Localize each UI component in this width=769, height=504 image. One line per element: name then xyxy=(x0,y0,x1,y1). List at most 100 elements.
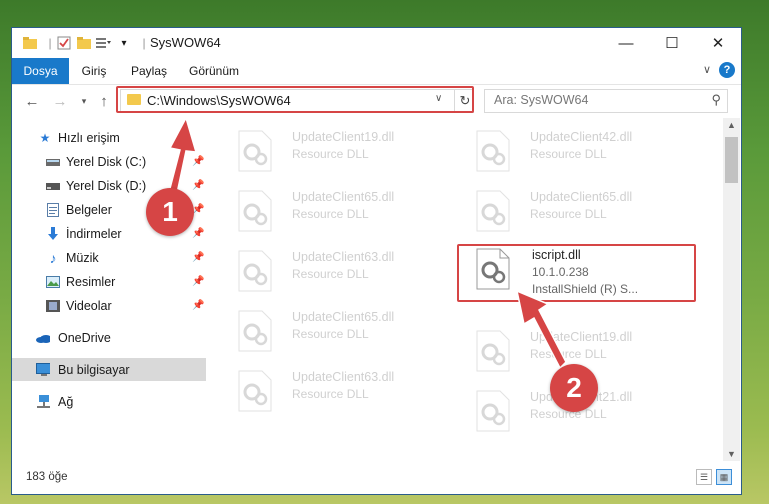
status-bar: 183 öğe ☰ ▦ xyxy=(12,461,741,494)
dll-file-icon xyxy=(238,370,272,412)
properties-icon[interactable] xyxy=(56,35,72,51)
file-desc: Resource DLL xyxy=(292,327,369,341)
minimize-button[interactable]: — xyxy=(603,28,649,58)
drive-icon xyxy=(46,179,60,193)
nav-label: Yerel Disk (C:) xyxy=(66,154,147,169)
file-desc: Resource DLL xyxy=(292,267,369,281)
pin-icon[interactable]: 📌 xyxy=(192,300,204,311)
nav-this-pc[interactable]: Bu bilgisayar xyxy=(12,358,206,381)
computer-icon xyxy=(36,362,50,377)
scroll-down-icon[interactable]: ▼ xyxy=(727,449,736,459)
tab-share[interactable]: Paylaş xyxy=(127,58,171,84)
dll-file-icon xyxy=(476,330,510,372)
vertical-scrollbar[interactable]: ▲ ▼ xyxy=(723,118,740,461)
file-tile[interactable]: UpdateClient19.dll Resource DLL xyxy=(238,128,458,178)
window-title: SysWOW64 xyxy=(150,35,221,50)
item-count: 183 öğe xyxy=(26,471,68,483)
pin-icon[interactable]: 📌 xyxy=(192,276,204,287)
close-button[interactable]: ✕ xyxy=(695,28,741,58)
navigation-pane: ★ Hızlı erişim Yerel Disk (C:) 📌 Yerel D… xyxy=(12,118,209,461)
nav-label: Bu bilgisayar xyxy=(58,362,130,377)
file-tile[interactable]: UpdateClient65.dll Resource DLL xyxy=(238,308,458,358)
recent-chevron-icon[interactable]: ▾ xyxy=(74,91,94,111)
address-row: ← → ▾ ↑ C:\Windows\SysWOW64 ∨ ↻ Ara: Sys… xyxy=(12,85,741,117)
details-view-icon[interactable]: ☰ xyxy=(696,469,712,485)
music-icon: ♪ xyxy=(49,249,57,266)
tab-home[interactable]: Giriş xyxy=(79,58,109,84)
onedrive-icon xyxy=(36,331,50,345)
network-icon xyxy=(36,394,50,409)
pin-icon[interactable]: 📌 xyxy=(192,252,204,263)
nav-label: Resimler xyxy=(66,274,116,289)
pin-icon[interactable]: 📌 xyxy=(192,180,204,191)
nav-label: Yerel Disk (D:) xyxy=(66,178,147,193)
dll-file-icon xyxy=(238,310,272,352)
forward-arrow-icon[interactable]: → xyxy=(50,91,70,111)
search-input[interactable]: Ara: SysWOW64 ⚲ xyxy=(484,89,728,113)
dll-file-icon xyxy=(238,190,272,232)
search-icon: ⚲ xyxy=(711,92,721,107)
nav-item-pictures[interactable]: Resimler 📌 xyxy=(12,270,206,293)
tab-view[interactable]: Görünüm xyxy=(188,58,240,84)
file-desc: Resource DLL xyxy=(530,207,607,221)
file-name: UpdateClient65.dll xyxy=(292,190,395,204)
dll-file-icon xyxy=(238,250,272,292)
chevron-down-icon[interactable]: ▾ xyxy=(116,35,132,51)
file-name: UpdateClient65.dll xyxy=(292,310,395,324)
pin-icon[interactable]: 📌 xyxy=(192,228,204,239)
customize-icon[interactable] xyxy=(96,35,112,51)
maximize-button[interactable]: ☐ xyxy=(649,28,695,58)
dll-file-icon xyxy=(476,190,510,232)
file-tile[interactable]: UpdateClient65.dll Resource DLL xyxy=(476,188,696,238)
pictures-icon xyxy=(46,275,60,289)
file-desc: Resource DLL xyxy=(530,147,607,161)
downloads-icon xyxy=(46,226,60,241)
expand-ribbon-icon[interactable]: ∨ xyxy=(703,63,711,76)
nav-label: Hızlı erişim xyxy=(58,130,120,145)
file-tile[interactable]: UpdateClient63.dll Resource DLL xyxy=(238,368,458,418)
tiles-view-icon[interactable]: ▦ xyxy=(716,469,732,485)
help-icon[interactable]: ? xyxy=(719,62,735,78)
nav-quick-access[interactable]: ★ Hızlı erişim xyxy=(12,126,206,149)
nav-label: Videolar xyxy=(66,298,112,313)
nav-network[interactable]: Ağ xyxy=(12,390,206,413)
documents-icon xyxy=(46,202,60,217)
star-icon: ★ xyxy=(39,130,51,145)
videos-icon xyxy=(46,299,60,313)
new-folder-icon[interactable] xyxy=(76,35,92,51)
title-bar: | ▾ | SysWOW64 — ☐ ✕ xyxy=(12,28,741,58)
callout-badge-one: 1 xyxy=(146,188,194,236)
address-highlight-box xyxy=(116,86,474,113)
file-name: UpdateClient19.dll xyxy=(292,130,395,144)
nav-item-music[interactable]: ♪ Müzik 📌 xyxy=(12,246,206,269)
scroll-up-icon[interactable]: ▲ xyxy=(727,120,736,130)
tab-file[interactable]: Dosya xyxy=(12,58,69,84)
folder-icon xyxy=(22,35,38,51)
nav-item-videos[interactable]: Videolar 📌 xyxy=(12,294,206,317)
nav-label: Ağ xyxy=(58,394,74,409)
file-tile[interactable]: UpdateClient63.dll Resource DLL xyxy=(238,248,458,298)
file-desc: Resource DLL xyxy=(292,147,369,161)
dll-file-icon xyxy=(476,390,510,432)
file-name: UpdateClient65.dll xyxy=(530,190,633,204)
file-name: UpdateClient42.dll xyxy=(530,130,633,144)
pin-icon[interactable]: 📌 xyxy=(192,156,204,167)
nav-onedrive[interactable]: OneDrive xyxy=(12,326,206,349)
file-name: UpdateClient19.dll xyxy=(530,330,633,344)
back-arrow-icon[interactable]: ← xyxy=(22,91,42,111)
file-desc: Resource DLL xyxy=(292,387,369,401)
up-arrow-icon[interactable]: ↑ xyxy=(94,91,114,111)
nav-label: Müzik xyxy=(66,250,99,265)
file-highlight-box xyxy=(457,244,696,302)
callout-badge-two: 2 xyxy=(550,364,598,412)
file-name: UpdateClient63.dll xyxy=(292,370,395,384)
scroll-thumb[interactable] xyxy=(725,137,738,183)
file-tile[interactable]: UpdateClient42.dll Resource DLL xyxy=(476,128,696,178)
drive-icon xyxy=(46,155,60,169)
nav-item-drive-c[interactable]: Yerel Disk (C:) 📌 xyxy=(12,150,206,173)
dll-file-icon xyxy=(476,130,510,172)
file-tile[interactable]: UpdateClient65.dll Resource DLL xyxy=(238,188,458,238)
nav-label: Belgeler xyxy=(66,202,112,217)
file-name: UpdateClient63.dll xyxy=(292,250,395,264)
file-desc: Resource DLL xyxy=(530,347,607,361)
